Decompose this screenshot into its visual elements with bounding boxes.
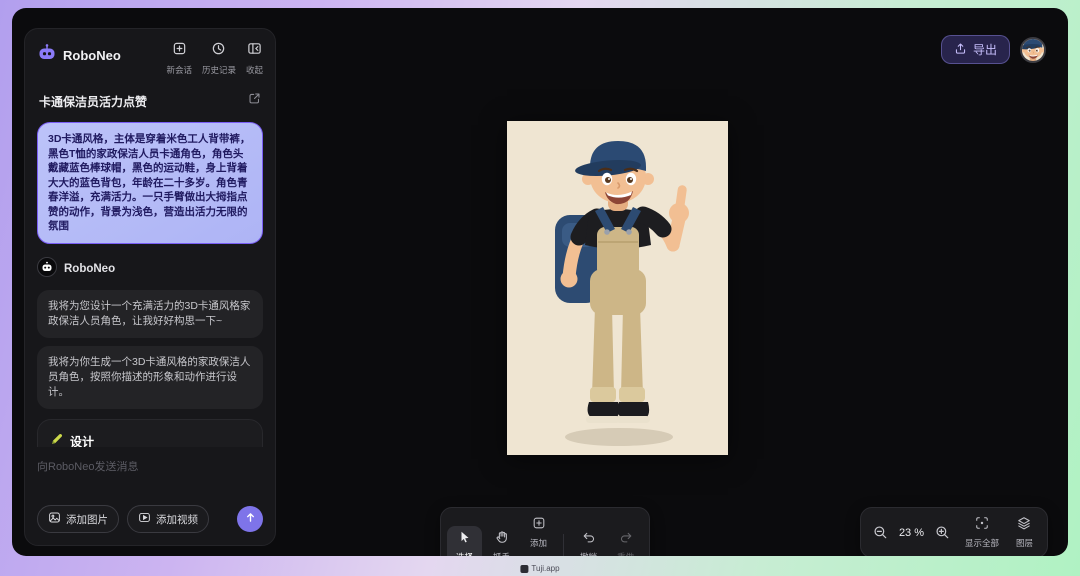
sidebar: RoboNeo 新会话 历史记录 xyxy=(24,28,276,546)
layers-button[interactable]: 图层 xyxy=(1012,512,1037,553)
zoom-toolbar: 23 % 显示全部 图层 xyxy=(860,507,1048,556)
undo-button[interactable]: 撤销 xyxy=(571,526,606,556)
assistant-message-bubble: 我将为你生成一个3D卡通风格的家政保洁人员角色，按照你描述的形象和动作进行设计。 xyxy=(37,346,263,409)
generated-image[interactable] xyxy=(507,121,728,455)
user-message-bubble: 3D卡通风格，主体是穿着米色工人背带裤，黑色T恤的家政保洁人员卡通角色，角色头戴… xyxy=(37,122,263,244)
hand-tool[interactable]: 抓手 xyxy=(484,526,519,556)
arrow-up-icon xyxy=(244,511,257,527)
add-tool[interactable]: 添加 xyxy=(521,512,556,556)
watermark-label: Tuji.app xyxy=(531,564,559,573)
assistant-name: RoboNeo xyxy=(64,263,115,275)
watermark-icon xyxy=(520,565,528,573)
redo-button[interactable]: 重做 xyxy=(608,526,643,556)
fit-view-icon xyxy=(975,516,989,535)
fit-view-label: 显示全部 xyxy=(965,537,999,549)
redo-icon xyxy=(619,530,633,549)
zoom-out-button[interactable] xyxy=(871,523,890,542)
sidebar-header: RoboNeo 新会话 历史记录 xyxy=(37,41,263,76)
select-tool-label: 选择 xyxy=(456,551,473,556)
new-chat-button[interactable]: 新会话 xyxy=(166,41,192,76)
app-window: RoboNeo 新会话 历史记录 xyxy=(12,8,1068,556)
new-chat-icon xyxy=(172,41,187,61)
export-icon xyxy=(954,42,967,58)
roboneo-logo-icon xyxy=(37,43,57,68)
export-label: 导出 xyxy=(973,41,997,58)
add-image-button[interactable]: 添加图片 xyxy=(37,505,119,533)
design-section-title: 设计 xyxy=(70,433,94,448)
add-tool-label: 添加 xyxy=(530,537,547,549)
hand-icon xyxy=(495,530,509,549)
brand: RoboNeo xyxy=(37,43,121,68)
undo-icon xyxy=(582,530,596,549)
assistant-message-bubble: 我将为您设计一个充满活力的3D卡通风格家政保洁人员角色，让我好好构思一下~ xyxy=(37,290,263,338)
cursor-icon xyxy=(458,530,472,549)
tools-toolbar: 选择 抓手 添加 撤销 xyxy=(440,507,650,556)
brand-name: RoboNeo xyxy=(63,48,121,63)
toolbar-divider xyxy=(563,534,564,557)
assistant-avatar xyxy=(37,257,57,282)
clock-icon xyxy=(211,41,226,61)
collapse-label: 收起 xyxy=(246,64,263,76)
layers-icon xyxy=(1017,516,1031,535)
new-chat-label: 新会话 xyxy=(166,64,192,76)
zoom-percent-sign: % xyxy=(914,527,924,539)
collapse-panel-icon xyxy=(247,41,262,61)
send-button[interactable] xyxy=(237,506,263,532)
video-icon xyxy=(138,511,151,527)
add-video-button[interactable]: 添加视频 xyxy=(127,505,209,533)
zoom-level: 23 % xyxy=(899,527,924,539)
undo-label: 撤销 xyxy=(580,551,597,556)
add-image-label: 添加图片 xyxy=(66,512,108,527)
session-title: 卡通保洁员活力点赞 xyxy=(39,93,147,110)
composer: 添加图片 添加视频 xyxy=(37,457,263,533)
export-button[interactable]: 导出 xyxy=(941,35,1010,64)
user-avatar[interactable] xyxy=(1020,37,1046,63)
watermark-badge[interactable]: Tuji.app xyxy=(520,564,559,573)
image-icon xyxy=(48,511,61,527)
select-tool[interactable]: 选择 xyxy=(447,526,482,556)
history-button[interactable]: 历史记录 xyxy=(202,41,236,76)
redo-label: 重做 xyxy=(617,551,634,556)
design-pencil-icon xyxy=(50,432,64,448)
design-result-card: 设计 反馈 xyxy=(37,419,263,448)
hand-tool-label: 抓手 xyxy=(493,551,510,556)
fit-view-button[interactable]: 显示全部 xyxy=(961,512,1003,553)
chat-thread: 3D卡通风格，主体是穿着米色工人背带裤，黑色T恤的家政保洁人员卡通角色，角色头戴… xyxy=(37,122,263,447)
history-label: 历史记录 xyxy=(202,64,236,76)
add-video-label: 添加视频 xyxy=(156,512,198,527)
layers-label: 图层 xyxy=(1016,537,1033,549)
zoom-in-button[interactable] xyxy=(933,523,952,542)
message-input[interactable] xyxy=(37,461,263,473)
sidebar-actions: 新会话 历史记录 收起 xyxy=(166,41,263,76)
add-square-icon xyxy=(532,516,546,535)
collapse-sidebar-button[interactable]: 收起 xyxy=(246,41,263,76)
share-session-icon[interactable] xyxy=(248,92,261,110)
zoom-percent-value: 23 xyxy=(899,527,911,539)
